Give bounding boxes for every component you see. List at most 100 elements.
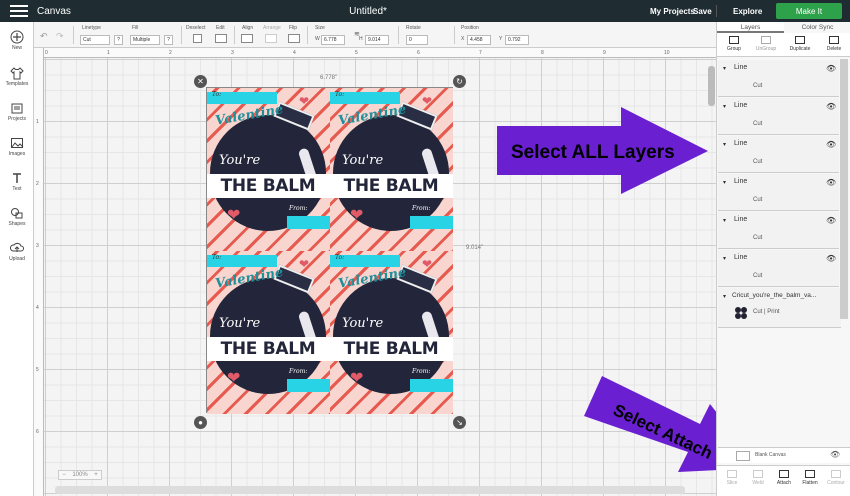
- sidebar-item-images[interactable]: Images: [0, 136, 34, 157]
- slice-button[interactable]: Slice: [719, 470, 745, 486]
- delete-handle-icon[interactable]: ✕: [194, 75, 207, 88]
- canvas-horizontal-scrollbar[interactable]: [55, 486, 685, 494]
- flip-label: Flip: [289, 25, 298, 31]
- fill-select[interactable]: Multiple: [130, 35, 160, 45]
- deselect-icon[interactable]: [193, 34, 202, 43]
- delete-button[interactable]: Delete: [819, 36, 849, 52]
- tab-layers[interactable]: Layers: [717, 22, 784, 33]
- expand-caret-icon[interactable]: ▾: [723, 255, 726, 262]
- group-button[interactable]: Group: [719, 36, 749, 52]
- save-button[interactable]: Save: [693, 7, 712, 16]
- attach-button[interactable]: Attach: [771, 470, 797, 486]
- card-youre-text: You're: [342, 153, 384, 168]
- panel-tabs: Layers Color Sync: [717, 22, 850, 33]
- image-layer-item[interactable]: ▾ Cricut_you're_the_balm_va... Cut | Pri…: [718, 288, 841, 328]
- layer-item[interactable]: ▾ Line 👁 Cut: [718, 60, 839, 97]
- expand-caret-icon[interactable]: ▾: [723, 179, 726, 186]
- layer-type: Cut: [753, 235, 763, 241]
- expand-caret-icon[interactable]: ▾: [723, 141, 726, 148]
- contour-button[interactable]: Contour: [823, 470, 849, 486]
- panel-scrollbar[interactable]: [840, 59, 848, 319]
- rotate-input[interactable]: 0: [406, 35, 428, 45]
- card-to-text: To:: [212, 91, 222, 98]
- ruler-tick: 0: [45, 50, 48, 56]
- ungroup-button[interactable]: UnGroup: [751, 36, 781, 52]
- arrange-icon[interactable]: [265, 34, 277, 43]
- sidebar-item-shapes[interactable]: Shapes: [0, 206, 34, 227]
- zoom-out-icon[interactable]: −: [62, 472, 66, 478]
- select-layers-text: Select ALL Layers: [511, 142, 675, 163]
- group-label: Group: [727, 46, 741, 52]
- visibility-eye-icon[interactable]: 👁: [826, 102, 836, 111]
- card-balm-text: THE BALM: [220, 176, 316, 196]
- redo-icon[interactable]: ↷: [56, 31, 64, 42]
- expand-caret-icon[interactable]: ▾: [723, 65, 726, 72]
- weld-button[interactable]: Weld: [745, 470, 771, 486]
- card-from-text: From:: [289, 205, 308, 212]
- layer-item[interactable]: ▾ Line 👁 Cut: [718, 212, 839, 249]
- visibility-eye-icon[interactable]: 👁: [826, 64, 836, 73]
- flatten-button[interactable]: Flatten: [797, 470, 823, 486]
- visibility-eye-icon[interactable]: 👁: [826, 216, 836, 225]
- deselect-button[interactable]: Deselect: [186, 25, 205, 31]
- layer-type: Cut: [753, 273, 763, 279]
- image-icon: [11, 138, 24, 148]
- edit-icon[interactable]: [215, 34, 227, 43]
- blank-canvas-row[interactable]: Blank Canvas 👁: [718, 447, 850, 463]
- tab-color-sync[interactable]: Color Sync: [784, 22, 850, 33]
- make-it-button[interactable]: Make It: [776, 3, 842, 19]
- rotate-handle-icon[interactable]: ↻: [453, 75, 466, 88]
- expand-caret-icon[interactable]: ▾: [723, 217, 726, 224]
- layer-item[interactable]: ▾ Line 👁 Cut: [718, 250, 839, 287]
- sidebar-item-projects[interactable]: Projects: [0, 101, 34, 122]
- selected-design-group[interactable]: To: ❤ Valentine You're THE BALM ❤ From: …: [206, 87, 453, 414]
- zoom-in-icon[interactable]: +: [94, 472, 98, 478]
- sidebar-item-new[interactable]: New: [0, 30, 34, 51]
- upload-icon: [10, 242, 24, 252]
- flip-icon[interactable]: [288, 34, 300, 43]
- layer-item[interactable]: ▾ Line 👁 Cut: [718, 136, 839, 173]
- align-icon[interactable]: [241, 34, 253, 43]
- zoom-control[interactable]: − 100% +: [58, 470, 102, 480]
- canvas-vertical-scrollbar[interactable]: [708, 66, 715, 106]
- group-icon: [729, 36, 739, 44]
- duplicate-icon: [795, 36, 805, 44]
- image-layer-name: Cricut_you're_the_balm_va...: [732, 292, 817, 299]
- expand-caret-icon[interactable]: ▾: [723, 293, 726, 300]
- explore-dropdown[interactable]: Explore: [733, 7, 762, 16]
- hidden-eye-icon[interactable]: 👁: [830, 450, 840, 459]
- sidebar-item-text[interactable]: Text: [0, 171, 34, 192]
- expand-caret-icon[interactable]: ▾: [723, 103, 726, 110]
- visibility-eye-icon[interactable]: 👁: [826, 254, 836, 263]
- blank-canvas-label: Blank Canvas: [755, 452, 786, 458]
- ruler-tick: 4: [293, 50, 296, 56]
- ruler-top: 0 1 2 3 4 5 6 7 8 9 10: [34, 48, 716, 58]
- duplicate-button[interactable]: Duplicate: [785, 36, 815, 52]
- layer-name: Line: [734, 216, 748, 223]
- fill-help-icon[interactable]: ?: [164, 35, 173, 45]
- x-input[interactable]: 4.458: [467, 35, 491, 45]
- size-label: Size: [315, 25, 325, 31]
- visibility-eye-icon[interactable]: 👁: [826, 140, 836, 149]
- width-dimension: 6.778": [320, 75, 338, 81]
- layer-item[interactable]: ▾ Line 👁 Cut: [718, 174, 839, 211]
- width-input[interactable]: 6.778: [321, 35, 345, 45]
- linetype-select[interactable]: Cut: [80, 35, 110, 45]
- layer-item[interactable]: ▾ Line 👁 Cut: [718, 98, 839, 135]
- visibility-eye-icon[interactable]: 👁: [826, 178, 836, 187]
- sidebar-item-upload[interactable]: Upload: [0, 241, 34, 262]
- resize-handle-icon[interactable]: ↘: [453, 416, 466, 429]
- hamburger-menu-icon[interactable]: [10, 5, 28, 17]
- ruler-tick: 7: [479, 50, 482, 56]
- linetype-help-icon[interactable]: ?: [114, 35, 123, 45]
- undo-icon[interactable]: ↶: [40, 31, 48, 42]
- lock-handle-icon[interactable]: ●: [194, 416, 207, 429]
- sidebar-item-templates[interactable]: Templates: [0, 66, 34, 87]
- sidebar-label-shapes: Shapes: [8, 221, 26, 227]
- layer-actions: Group UnGroup Duplicate Delete: [717, 33, 850, 57]
- my-projects-link[interactable]: My Projects: [650, 7, 695, 16]
- ruler-tick: 5: [355, 50, 358, 56]
- y-input[interactable]: 0.792: [505, 35, 529, 45]
- header-divider: [716, 5, 717, 17]
- height-input[interactable]: 9.014: [365, 35, 389, 45]
